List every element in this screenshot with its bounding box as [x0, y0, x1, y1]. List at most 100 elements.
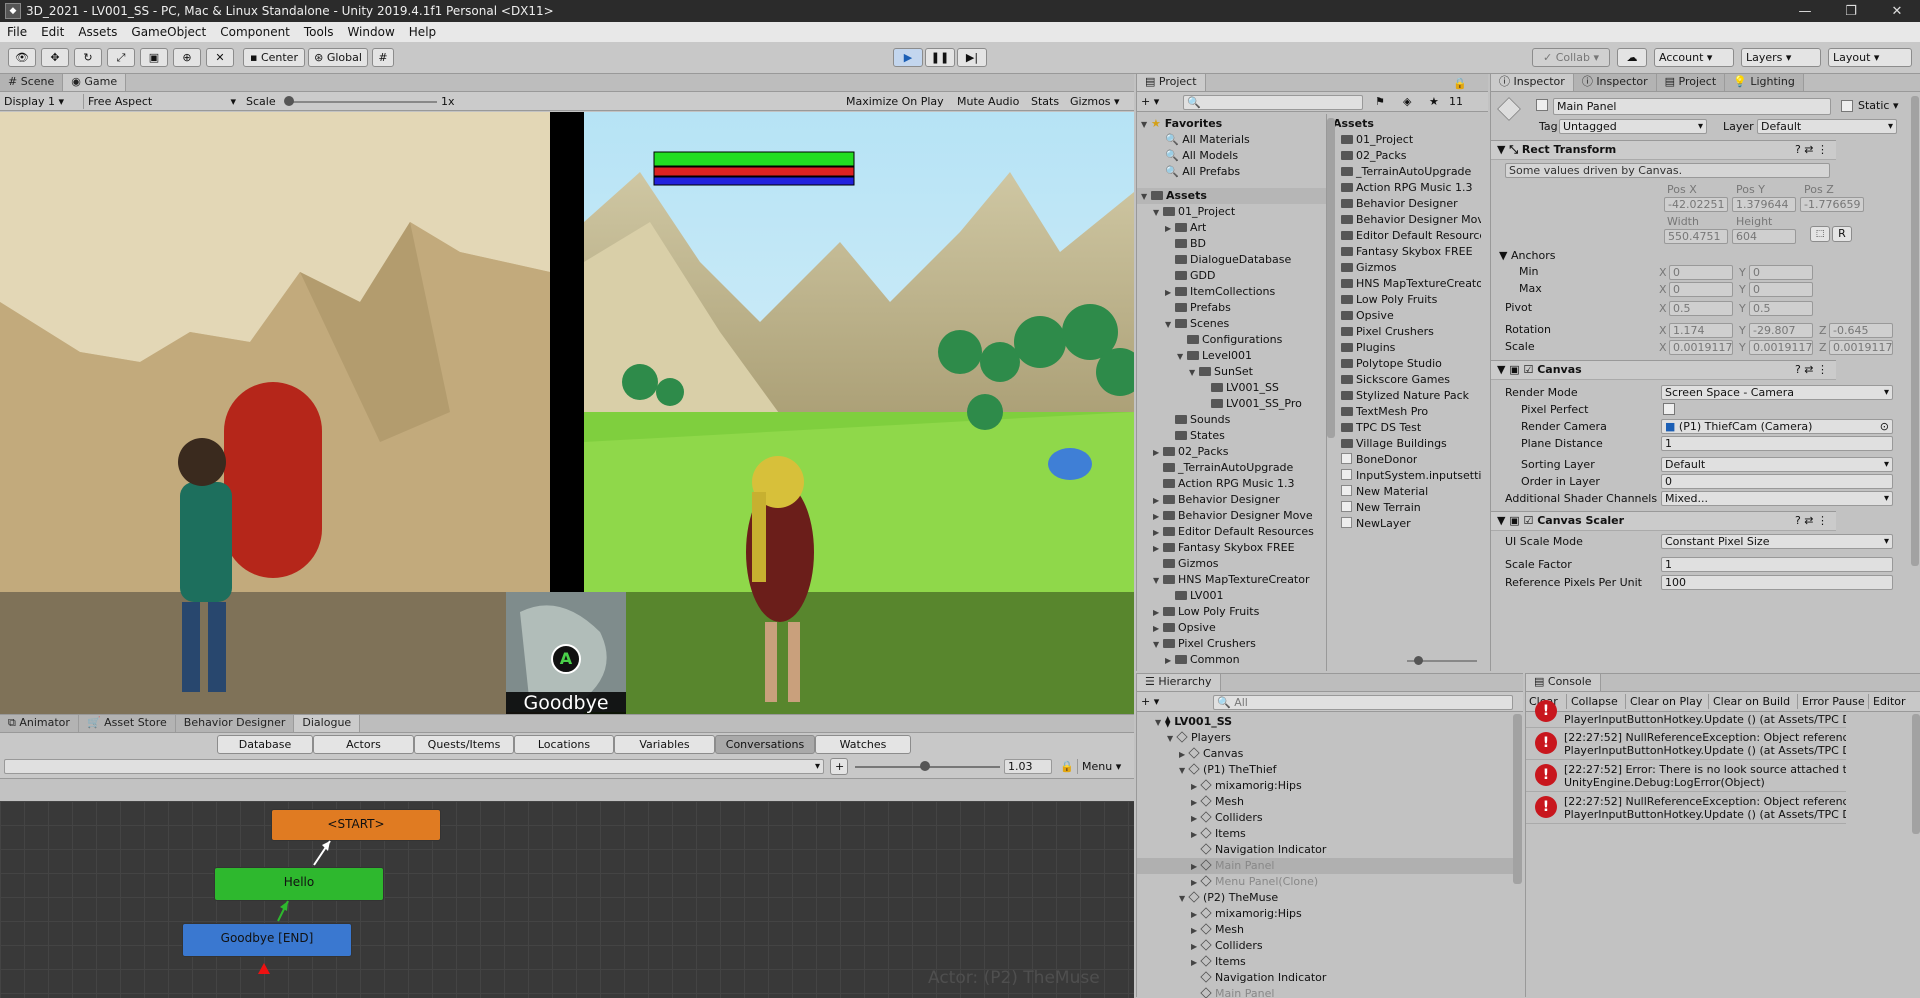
cloud-services-icon[interactable]: ☁ — [1617, 48, 1647, 67]
dialogue-tab-watches[interactable]: Watches — [815, 735, 911, 754]
fold-arrow-icon[interactable]: ▶ — [1191, 811, 1201, 826]
order-in-layer-field[interactable]: 0 — [1661, 474, 1893, 489]
project-folder[interactable]: ▶ Editor Default Resources — [1153, 524, 1314, 540]
favorites-header[interactable]: ▼ ★ Favorites — [1141, 116, 1222, 132]
anchor-max-x[interactable]: 0 — [1669, 282, 1733, 297]
tab-inspector[interactable]: ⓘ Inspector — [1491, 74, 1574, 91]
fold-arrow-icon[interactable]: ▶ — [1153, 493, 1163, 508]
asset-item[interactable]: TextMesh Pro — [1341, 404, 1428, 420]
dialogue-menu-dropdown[interactable]: Menu ▾ — [1077, 759, 1129, 774]
asset-item[interactable]: TPC DS Test — [1341, 420, 1421, 436]
asset-item[interactable]: Polytope Studio — [1341, 356, 1442, 372]
favorite-star-icon[interactable]: ★ — [1429, 94, 1439, 109]
fold-arrow-icon[interactable]: ▶ — [1165, 653, 1175, 668]
add-conversation-button[interactable]: + — [830, 758, 848, 775]
zoom-value[interactable]: 1.03 — [1004, 759, 1052, 774]
pivot-y-field[interactable]: 0.5 — [1749, 301, 1813, 316]
create-dropdown[interactable]: + ▾ — [1141, 94, 1159, 109]
minimize-button[interactable]: — — [1782, 4, 1828, 19]
console-entry[interactable]: ! [22:27:52] NullReferenceException: Obj… — [1526, 728, 1846, 760]
panel-lock-icon[interactable]: 🔒 — [1453, 76, 1467, 91]
hierarchy-item[interactable]: ▶ mixamorig:Hips — [1137, 778, 1513, 794]
render-camera-field[interactable]: ■ (P1) ThiefCam (Camera) ⊙ — [1661, 419, 1893, 434]
fold-arrow-icon[interactable]: ▼ — [1179, 763, 1189, 778]
transform-tool-icon[interactable]: ⊕ — [173, 48, 201, 67]
stats-toggle[interactable]: Stats — [1031, 94, 1059, 109]
asset-item[interactable]: Gizmos — [1341, 260, 1397, 276]
hierarchy-item[interactable]: Navigation Indicator — [1137, 970, 1513, 986]
layer-dropdown[interactable]: Default — [1757, 119, 1897, 134]
favorite-all-models[interactable]: 🔍 All Models — [1165, 148, 1238, 164]
tab-project-2[interactable]: ▤ Project — [1656, 74, 1726, 91]
menu-window[interactable]: Window — [340, 25, 401, 39]
collab-dropdown[interactable]: ✓ Collab ▾ — [1532, 48, 1610, 67]
hierarchy-item[interactable]: ▶ Canvas — [1137, 746, 1513, 762]
console-editor-dropdown[interactable]: Editor — [1868, 694, 1906, 709]
anchor-min-x[interactable]: 0 — [1669, 265, 1733, 280]
project-folder[interactable]: ▶ 02_Packs — [1153, 444, 1229, 460]
step-button[interactable]: ▶| — [957, 48, 987, 67]
scale-slider-thumb[interactable] — [284, 96, 294, 106]
project-folder[interactable]: _TerrainAutoUpgrade — [1153, 460, 1293, 476]
asset-item[interactable]: Editor Default Resources — [1341, 228, 1481, 244]
pos-z-field[interactable]: -1.776659 — [1800, 197, 1864, 212]
asset-item[interactable]: Fantasy Skybox FREE — [1341, 244, 1473, 260]
asset-item[interactable]: NewLayer — [1341, 516, 1411, 532]
fold-arrow-icon[interactable]: ▶ — [1153, 605, 1163, 620]
tab-game[interactable]: ◉ Game — [63, 74, 127, 91]
grid-snap-icon[interactable]: # — [372, 48, 394, 67]
asset-item[interactable]: Behavior Designer Move — [1341, 212, 1481, 228]
close-button[interactable]: ✕ — [1874, 4, 1920, 19]
rect-transform-header[interactable]: ▼ ⤡ Rect Transform? ⇄ ⋮ — [1491, 140, 1836, 160]
project-folder[interactable]: ▼ HNS MapTextureCreator — [1153, 572, 1310, 588]
scale-slider[interactable] — [287, 101, 437, 103]
fold-arrow-icon[interactable]: ▶ — [1191, 923, 1201, 938]
project-folder[interactable]: ▼ Level001 — [1177, 348, 1252, 364]
project-folder[interactable]: Configurations — [1177, 332, 1282, 348]
project-folder[interactable]: LV001 — [1165, 588, 1223, 604]
fold-arrow-icon[interactable]: ▼ — [1189, 365, 1199, 380]
width-field[interactable]: 550.4751 — [1664, 229, 1728, 244]
hierarchy-item[interactable]: ▶ Mesh — [1137, 922, 1513, 938]
filter-label-icon[interactable]: ◈ — [1403, 94, 1411, 109]
fold-arrow-icon[interactable]: ▶ — [1179, 747, 1189, 762]
tab-scene[interactable]: # Scene — [0, 74, 64, 91]
project-folder[interactable]: ▶ ItemCollections — [1165, 284, 1275, 300]
asset-item[interactable]: Stylized Nature Pack — [1341, 388, 1469, 404]
asset-item[interactable]: Behavior Designer — [1341, 196, 1458, 212]
menu-help[interactable]: Help — [402, 25, 443, 39]
inspector-scrollbar[interactable] — [1911, 96, 1919, 566]
tab-behavior-designer[interactable]: Behavior Designer — [175, 715, 295, 732]
pos-x-field[interactable]: -42.02251 — [1664, 197, 1728, 212]
asset-item[interactable]: BoneDonor — [1341, 452, 1417, 468]
menu-file[interactable]: File — [0, 25, 34, 39]
project-search-input[interactable]: 🔍 — [1183, 95, 1363, 110]
asset-item[interactable]: Low Poly Fruits — [1341, 292, 1437, 308]
project-folder[interactable]: ▶ Low Poly Fruits — [1153, 604, 1259, 620]
project-folder[interactable]: ▶ Fantasy Skybox FREE — [1153, 540, 1295, 556]
tab-lighting[interactable]: 💡 Lighting — [1725, 74, 1804, 91]
scale-y-field[interactable]: 0.0019117 — [1749, 340, 1813, 355]
conversation-canvas[interactable]: <START> Hello Goodbye [END] Actor: (P2) … — [0, 801, 1134, 998]
fold-arrow-icon[interactable]: ▶ — [1165, 221, 1175, 236]
fold-arrow-icon[interactable]: ▶ — [1191, 827, 1201, 842]
fold-arrow-icon[interactable]: ▼ — [1177, 349, 1187, 364]
hierarchy-item[interactable]: Navigation Indicator — [1137, 842, 1513, 858]
menu-assets[interactable]: Assets — [71, 25, 124, 39]
console-scrollbar[interactable] — [1912, 714, 1920, 834]
scale-factor-field[interactable]: 1 — [1661, 557, 1893, 572]
mute-audio-toggle[interactable]: Mute Audio — [957, 94, 1019, 109]
fold-arrow-icon[interactable]: ▶ — [1165, 285, 1175, 300]
project-folder[interactable]: Prefabs — [1165, 300, 1231, 316]
favorite-all-prefabs[interactable]: 🔍 All Prefabs — [1165, 164, 1240, 180]
asset-item[interactable]: 02_Packs — [1341, 148, 1407, 164]
menu-edit[interactable]: Edit — [34, 25, 71, 39]
asset-item[interactable]: Pixel Crushers — [1341, 324, 1434, 340]
scale-z-field[interactable]: 0.0019117 — [1829, 340, 1893, 355]
project-folder[interactable]: BD — [1165, 236, 1206, 252]
play-button[interactable]: ▶ — [893, 48, 923, 67]
menu-component[interactable]: Component — [213, 25, 297, 39]
zoom-slider-thumb[interactable] — [920, 761, 930, 771]
fold-arrow-icon[interactable]: ▶ — [1191, 939, 1201, 954]
project-folder[interactable]: Action RPG Music 1.3 — [1153, 476, 1295, 492]
